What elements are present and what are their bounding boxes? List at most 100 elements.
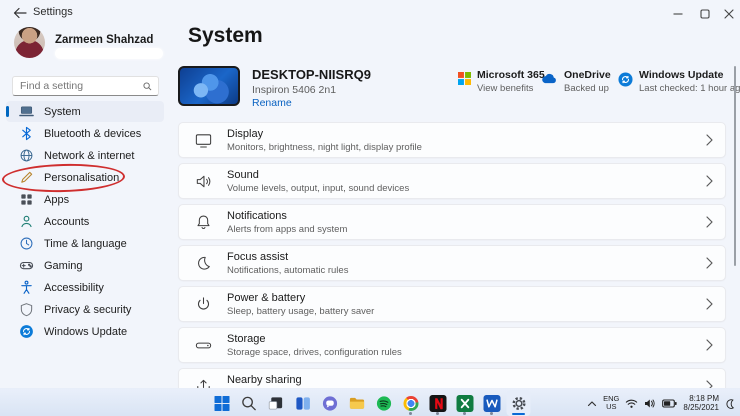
focus-assist-icon — [194, 254, 213, 273]
status-label: Microsoft 365 — [477, 69, 545, 81]
back-button[interactable] — [13, 7, 27, 19]
sidebar-item-windows-update[interactable]: Windows Update — [6, 321, 164, 342]
status-card-microsoft-365[interactable]: Microsoft 365 View benefits — [458, 69, 545, 94]
sound-icon — [194, 172, 213, 191]
search-input[interactable] — [18, 78, 138, 94]
status-card-onedrive[interactable]: OneDrive Backed up — [540, 69, 611, 94]
chevron-right-icon — [706, 175, 713, 187]
row-notifications[interactable]: Notifications Alerts from apps and syste… — [178, 204, 726, 240]
sidebar-item-apps[interactable]: Apps — [6, 189, 164, 210]
notifications-icon — [194, 213, 213, 232]
gear-icon — [511, 396, 526, 410]
sidebar-item-label: Apps — [44, 193, 70, 206]
sidebar-item-privacy-security[interactable]: Privacy & security — [6, 299, 164, 320]
netflix-icon — [429, 394, 446, 412]
volume-icon[interactable] — [644, 398, 656, 409]
sidebar-item-label: Time & language — [44, 237, 127, 250]
sidebar-item-label: Gaming — [44, 259, 83, 272]
battery-icon[interactable] — [662, 398, 678, 408]
running-indicator — [463, 412, 466, 415]
excel-button[interactable] — [453, 390, 477, 416]
spotify-button[interactable] — [372, 390, 396, 416]
netflix-button[interactable] — [426, 390, 450, 416]
sidebar-item-personalisation[interactable]: Personalisation — [6, 167, 164, 188]
maximize-button[interactable] — [699, 9, 711, 19]
avatar[interactable] — [14, 27, 45, 58]
storage-icon — [194, 336, 213, 355]
row-label: Focus assist — [227, 250, 289, 263]
tray-chevron-up[interactable] — [587, 400, 597, 407]
sidebar-item-accessibility[interactable]: Accessibility — [6, 277, 164, 298]
sidebar-item-time-language[interactable]: Time & language — [6, 233, 164, 254]
microsoft-365-icon — [458, 72, 471, 94]
chevron-right-icon — [706, 339, 713, 351]
accounts-icon — [19, 214, 34, 229]
settings-window: Settings Zarmeen Shahzad System — [0, 0, 740, 416]
sidebar-item-system[interactable]: System — [6, 101, 164, 122]
tray-time: 8:18 PM — [689, 394, 719, 403]
status-sublabel: Last checked: 1 hour ago — [639, 83, 740, 94]
chevron-right-icon — [706, 216, 713, 228]
chrome-icon — [403, 395, 418, 411]
gaming-icon — [19, 258, 34, 273]
row-label: Display — [227, 127, 264, 140]
privacy-icon — [19, 302, 34, 317]
onedrive-icon — [540, 72, 558, 94]
device-thumbnail — [178, 66, 240, 106]
device-model: Inspiron 5406 2n1 — [252, 84, 337, 96]
search-icon — [143, 82, 152, 91]
window-title: Settings — [33, 6, 73, 18]
scrollbar[interactable] — [734, 66, 736, 266]
sidebar-item-label: Accessibility — [44, 281, 104, 294]
widgets-icon — [295, 396, 310, 410]
clock-date[interactable]: 8:18 PM 8/25/2021 — [683, 394, 719, 412]
chrome-button[interactable] — [399, 390, 423, 416]
excel-icon — [456, 394, 473, 412]
selected-indicator — [6, 106, 9, 117]
row-focus-assist[interactable]: Focus assist Notifications, automatic ru… — [178, 245, 726, 281]
time-language-icon — [19, 236, 34, 251]
chevron-right-icon — [706, 134, 713, 146]
chat-button[interactable] — [318, 390, 342, 416]
wifi-icon[interactable] — [625, 398, 638, 409]
file-explorer-button[interactable] — [345, 390, 369, 416]
sidebar-item-bluetooth-devices[interactable]: Bluetooth & devices — [6, 123, 164, 144]
word-icon — [483, 394, 500, 412]
system-icon — [19, 104, 34, 119]
word-button[interactable] — [480, 390, 504, 416]
settings-taskbar-button[interactable] — [506, 390, 531, 416]
row-sound[interactable]: Sound Volume levels, output, input, soun… — [178, 163, 726, 199]
user-name: Zarmeen Shahzad — [55, 34, 154, 46]
row-description: Notifications, automatic rules — [227, 264, 349, 276]
row-description: Volume levels, output, input, sound devi… — [227, 182, 410, 194]
taskbar: ENG US 8:18 PM 8/25/2021 — [0, 388, 740, 416]
running-indicator — [436, 412, 439, 415]
apps-icon — [19, 192, 34, 207]
row-display[interactable]: Display Monitors, brightness, night ligh… — [178, 122, 726, 158]
search-icon — [241, 396, 256, 410]
language-indicator[interactable]: ENG US — [603, 395, 619, 411]
minimize-button[interactable] — [672, 9, 684, 19]
row-storage[interactable]: Storage Storage space, drives, configura… — [178, 327, 726, 363]
row-description: Sleep, battery usage, battery saver — [227, 305, 375, 317]
row-power-battery[interactable]: Power & battery Sleep, battery usage, ba… — [178, 286, 726, 322]
widgets-button[interactable] — [291, 390, 315, 416]
start-button[interactable] — [210, 390, 234, 416]
task-view-button[interactable] — [264, 390, 288, 416]
focus-assist-moon-icon[interactable] — [725, 398, 735, 409]
sidebar-item-label: Personalisation — [44, 171, 120, 184]
sidebar-item-accounts[interactable]: Accounts — [6, 211, 164, 232]
sidebar-nav: System Bluetooth & devices Network & int… — [6, 101, 164, 343]
windows-start-icon — [214, 395, 229, 411]
sidebar-item-label: Bluetooth & devices — [44, 127, 142, 140]
row-label: Storage — [227, 332, 266, 345]
network-icon — [19, 148, 34, 163]
status-card-windows-update[interactable]: Windows Update Last checked: 1 hour ago — [618, 69, 740, 94]
sidebar-item-gaming[interactable]: Gaming — [6, 255, 164, 276]
taskbar-search-button[interactable] — [237, 390, 261, 416]
sidebar-item-network-internet[interactable]: Network & internet — [6, 145, 164, 166]
close-button[interactable] — [723, 9, 735, 19]
display-icon — [194, 131, 213, 150]
row-description: Storage space, drives, configuration rul… — [227, 346, 402, 358]
rename-link[interactable]: Rename — [252, 97, 292, 109]
